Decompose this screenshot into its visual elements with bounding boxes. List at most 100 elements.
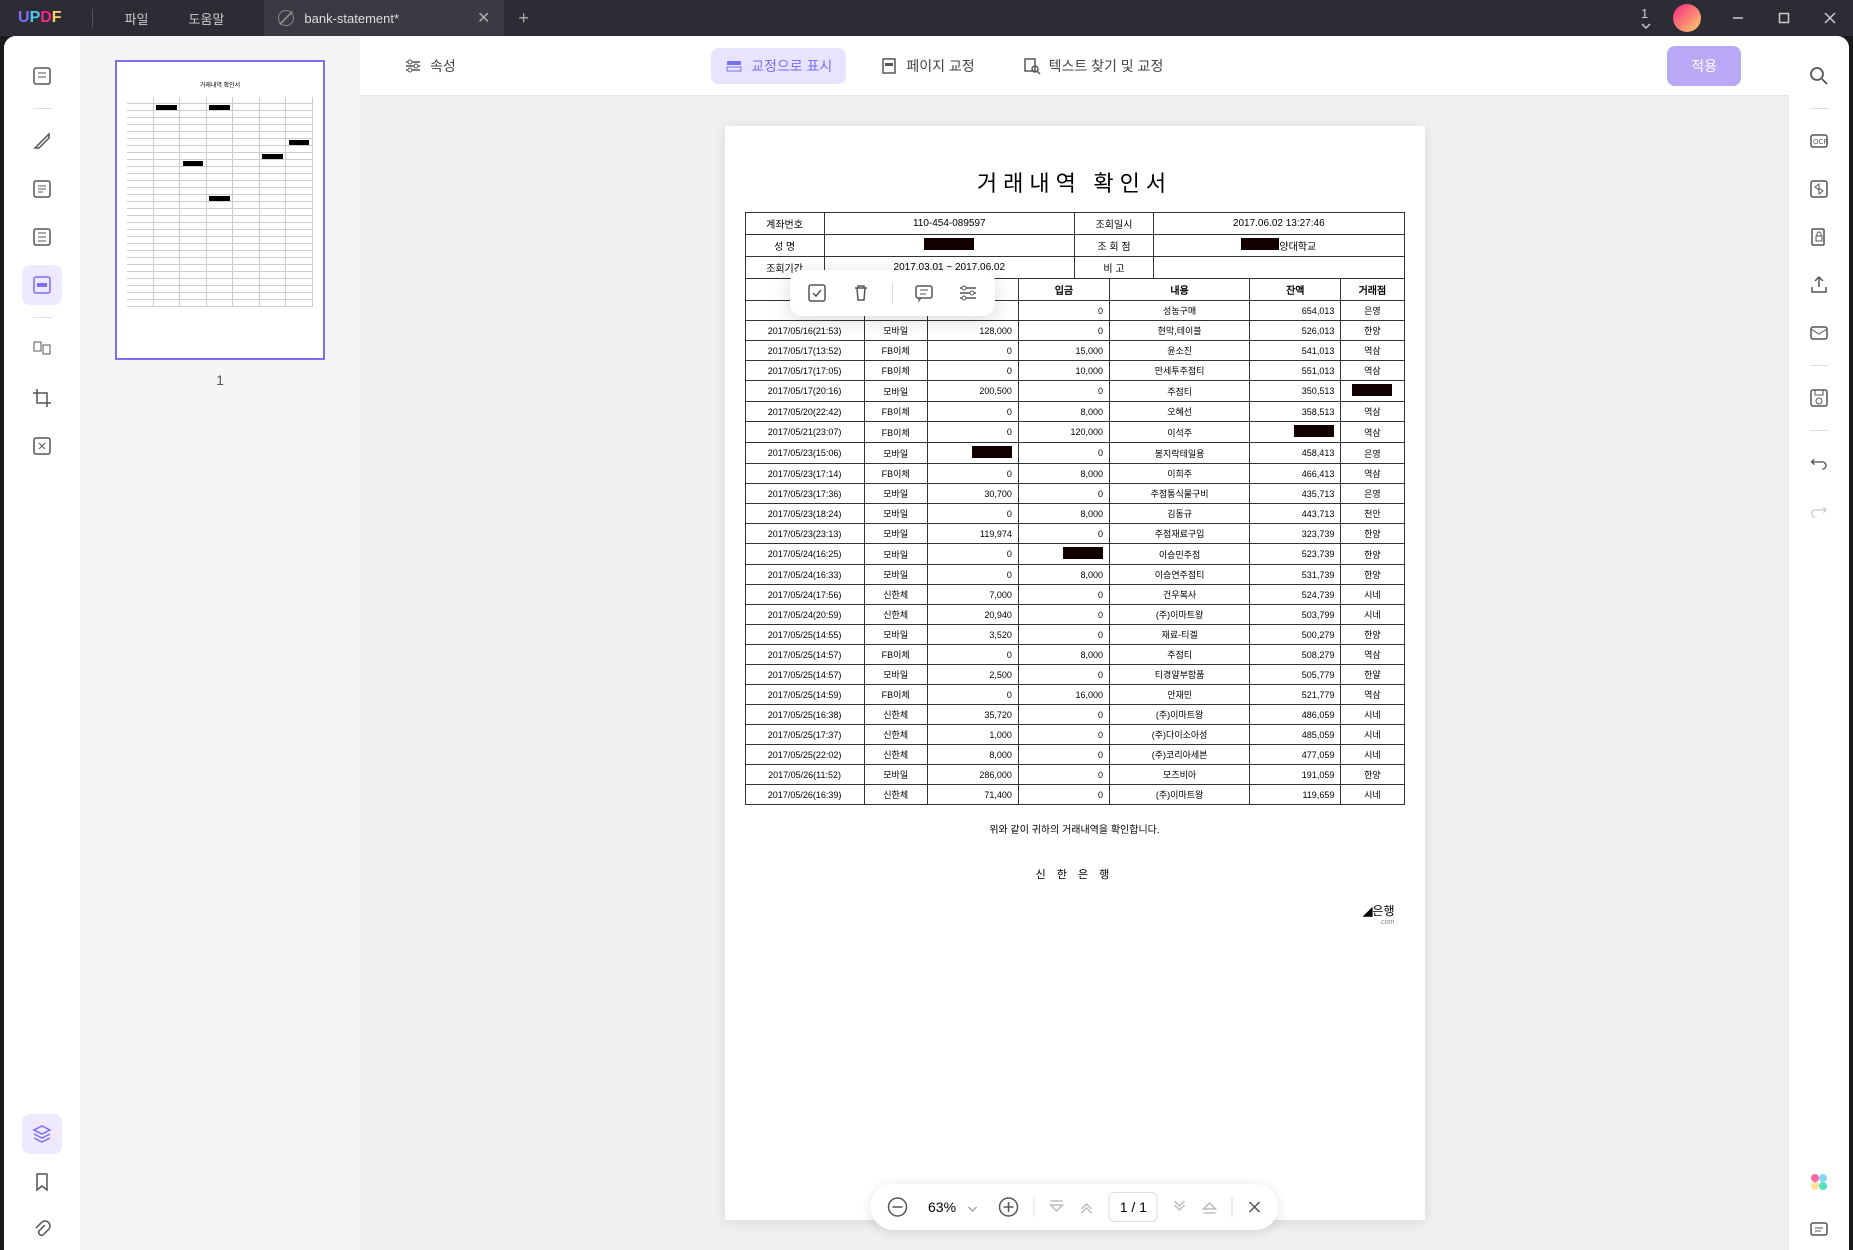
page-redaction-button[interactable]: 페이지 교정 — [866, 48, 988, 84]
redaction-mark[interactable] — [1294, 425, 1334, 437]
table-row: 2017/05/16(21:53)모바일128,0000현막,테이블526,01… — [745, 321, 1404, 341]
transaction-table: 입금 내용 잔액 거래점 0성농구매654,013은영2017/05/16(21… — [745, 278, 1405, 805]
bank-logo: ◢은행.com — [745, 902, 1405, 926]
divider — [33, 108, 51, 109]
table-row: 2017/05/20(22:42)FB이체08,000오혜선358,513역삼 — [745, 402, 1404, 422]
redaction-mark[interactable] — [1063, 547, 1103, 559]
confirm-redaction-icon[interactable] — [804, 280, 830, 306]
table-row: 2017/05/26(16:39)신한체71,4000(주)이마트왕119,65… — [745, 785, 1404, 805]
compress-tool-icon[interactable] — [22, 426, 62, 466]
undo-icon[interactable] — [1799, 443, 1839, 483]
table-row: 2017/05/23(18:24)모바일08,000김동규443,713천안 — [745, 504, 1404, 524]
layers-icon[interactable] — [22, 1114, 62, 1154]
redaction-mark[interactable] — [972, 446, 1012, 458]
divider — [892, 282, 893, 304]
email-icon[interactable] — [1799, 313, 1839, 353]
reader-tool-icon[interactable] — [22, 56, 62, 96]
table-row: 2017/05/25(22:02)신한체8,0000(주)코리아세븐477,05… — [745, 745, 1404, 765]
redo-icon[interactable] — [1799, 491, 1839, 531]
user-avatar[interactable] — [1673, 4, 1701, 32]
properties-button[interactable]: 속성 — [390, 48, 470, 84]
comment-icon[interactable] — [911, 280, 937, 306]
page-thumbnail[interactable]: 거래내역 확인서 — [115, 60, 325, 360]
window-close-icon[interactable] — [1807, 0, 1853, 36]
redaction-mark[interactable] — [1352, 384, 1392, 396]
comments-panel-icon[interactable] — [1799, 1210, 1839, 1250]
app-logo: UPDF — [0, 9, 80, 27]
table-row: 2017/05/25(16:38)신한체35,7200(주)이마트왕486,05… — [745, 705, 1404, 725]
tab-title: bank-statement* — [304, 11, 477, 26]
table-row: 2017/05/23(15:06)모바일0봉지락테일용458,413은영 — [745, 443, 1404, 464]
thumbnail-panel: 거래내역 확인서 1 — [80, 36, 360, 1250]
organize-tool-icon[interactable] — [22, 330, 62, 370]
last-page-icon[interactable] — [1202, 1199, 1218, 1215]
svg-text:OCR: OCR — [1813, 139, 1829, 146]
divider — [1034, 1197, 1035, 1217]
redaction-toolbar: 속성 교정으로 표시 페이지 교정 텍스트 찾기 및 교정 적용 — [360, 36, 1789, 96]
settings-icon[interactable] — [955, 280, 981, 306]
first-page-icon[interactable] — [1049, 1199, 1065, 1215]
table-row: 2017/05/17(17:05)FB이체010,000만세투주점티551,01… — [745, 361, 1404, 381]
thumbnail-page-number: 1 — [216, 372, 224, 388]
bookmark-icon[interactable] — [22, 1162, 62, 1202]
close-nav-icon[interactable] — [1247, 1199, 1263, 1215]
edit-tool-icon[interactable] — [22, 169, 62, 209]
bank-name: 신 한 은 행 — [745, 866, 1405, 882]
table-row: 2017/05/25(14:55)모바일3,5200재료-티겔500,279한양 — [745, 625, 1404, 645]
zoom-in-icon[interactable] — [998, 1196, 1020, 1218]
left-rail — [4, 36, 80, 1250]
table-row: 2017/05/23(23:13)모바일119,9740주점재료구입323,73… — [745, 524, 1404, 544]
redaction-mark[interactable] — [1241, 238, 1279, 250]
menu-help[interactable]: 도움말 — [169, 9, 245, 28]
divider — [1810, 365, 1828, 366]
table-row: 2017/05/17(13:52)FB이체015,000윤소진541,013역삼 — [745, 341, 1404, 361]
ocr-icon[interactable]: OCR — [1799, 121, 1839, 161]
next-page-icon[interactable] — [1172, 1199, 1188, 1215]
delete-icon[interactable] — [848, 280, 874, 306]
window-minimize-icon[interactable] — [1715, 0, 1761, 36]
table-row: 2017/05/26(11:52)모바일286,0000모즈비아191,059한… — [745, 765, 1404, 785]
show-as-redaction-button[interactable]: 교정으로 표시 — [711, 48, 846, 84]
redact-tool-icon[interactable] — [22, 265, 62, 305]
document-header-table: 계좌번호 110-454-089597 조회일시 2017.06.02 13:2… — [745, 212, 1405, 279]
form-tool-icon[interactable] — [22, 217, 62, 257]
page-count-badge[interactable]: 1 — [1641, 6, 1651, 31]
zoom-level[interactable]: 63% — [922, 1199, 984, 1215]
search-icon[interactable] — [1799, 56, 1839, 96]
zoom-out-icon[interactable] — [886, 1196, 908, 1218]
find-redact-text-button[interactable]: 텍스트 찾기 및 교정 — [1009, 48, 1178, 84]
document-tab[interactable]: bank-statement* ✕ — [264, 0, 504, 36]
table-row: 2017/05/24(16:33)모바일08,000이승연주점티531,739한… — [745, 565, 1404, 585]
apply-button[interactable]: 적용 — [1667, 46, 1741, 86]
tab-close-icon[interactable]: ✕ — [477, 8, 490, 28]
convert-icon[interactable] — [1799, 169, 1839, 209]
crop-tool-icon[interactable] — [22, 378, 62, 418]
document-title: 거래내역 확인서 — [745, 166, 1405, 198]
divider — [1232, 1197, 1233, 1217]
menu-file[interactable]: 파일 — [105, 9, 169, 28]
table-row: 2017/05/24(17:56)신한체7,0000건우복사524,739시네 — [745, 585, 1404, 605]
window-maximize-icon[interactable] — [1761, 0, 1807, 36]
ai-assistant-icon[interactable] — [1799, 1162, 1839, 1202]
divider — [1810, 430, 1828, 431]
table-row: 2017/05/25(14:57)FB이체08,000주점티508,279역삼 — [745, 645, 1404, 665]
table-row: 2017/05/25(14:57)모바일2,5000티경얄부함품505,779한… — [745, 665, 1404, 685]
divider — [92, 9, 93, 27]
table-row: 2017/05/24(20:59)신한체20,9400(주)이마트왕503,79… — [745, 605, 1404, 625]
page-indicator[interactable]: 1 / 1 — [1109, 1192, 1158, 1222]
table-row: 2017/05/24(16:25)모바일0이승민주점523,739한양 — [745, 544, 1404, 565]
table-row: 2017/05/25(17:37)신한체1,0000(주)다이소아성485,05… — [745, 725, 1404, 745]
table-row: 2017/05/17(20:16)모바일200,5000주점티350,513 — [745, 381, 1404, 402]
share-icon[interactable] — [1799, 265, 1839, 305]
protect-icon[interactable] — [1799, 217, 1839, 257]
save-icon[interactable] — [1799, 378, 1839, 418]
divider — [33, 317, 51, 318]
table-row: 2017/05/23(17:14)FB이체08,000이희주466,413역삼 — [745, 464, 1404, 484]
attachment-icon[interactable] — [22, 1210, 62, 1250]
redaction-mark[interactable] — [924, 238, 974, 250]
tab-add-icon[interactable]: + — [518, 8, 529, 29]
prev-page-icon[interactable] — [1079, 1199, 1095, 1215]
footer-note: 위와 같이 귀하의 거래내역을 확인합니다. — [745, 821, 1405, 836]
highlighter-tool-icon[interactable] — [22, 121, 62, 161]
table-row: 2017/05/21(23:07)FB이체0120,000이석주역삼 — [745, 422, 1404, 443]
